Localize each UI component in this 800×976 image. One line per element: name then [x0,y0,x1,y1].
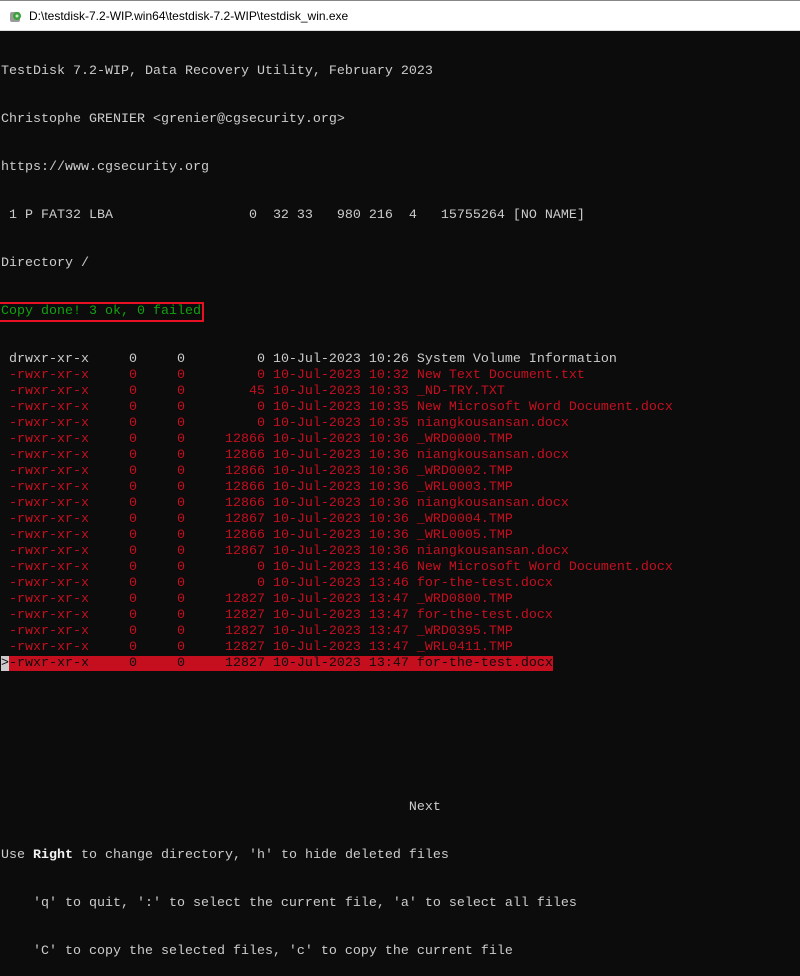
partition-info: 1 P FAT32 LBA 0 32 33 980 216 4 15755264… [1,208,585,223]
file-row[interactable]: -rwxr-xr-x 0 0 12866 10-Jul-2023 10:36 _… [1,464,800,480]
row-gutter [1,368,9,383]
file-row[interactable]: -rwxr-xr-x 0 0 12827 10-Jul-2023 13:47 _… [1,624,800,640]
file-entry-text: drwxr-xr-x 0 0 0 10-Jul-2023 10:26 Syste… [9,352,617,367]
file-entry-text: -rwxr-xr-x 0 0 12866 10-Jul-2023 10:36 n… [9,496,569,511]
terminal[interactable]: TestDisk 7.2-WIP, Data Recovery Utility,… [0,32,800,976]
row-gutter [1,496,9,511]
row-gutter [1,352,9,367]
file-row[interactable]: -rwxr-xr-x 0 0 12827 10-Jul-2023 13:47 _… [1,592,800,608]
file-entry-text: -rwxr-xr-x 0 0 0 10-Jul-2023 10:32 New T… [9,368,585,383]
file-row[interactable]: -rwxr-xr-x 0 0 12867 10-Jul-2023 10:36 _… [1,512,800,528]
row-gutter [1,400,9,415]
file-row[interactable]: -rwxr-xr-x 0 0 0 10-Jul-2023 13:46 for-t… [1,576,800,592]
file-row[interactable]: -rwxr-xr-x 0 0 12866 10-Jul-2023 10:36 _… [1,528,800,544]
file-row[interactable]: drwxr-xr-x 0 0 0 10-Jul-2023 10:26 Syste… [1,352,800,368]
file-entry-text: -rwxr-xr-x 0 0 12866 10-Jul-2023 10:36 n… [9,448,569,463]
selection-cursor: > [1,656,9,671]
row-gutter [1,416,9,431]
file-entry-text: -rwxr-xr-x 0 0 0 10-Jul-2023 10:35 niang… [9,416,569,431]
file-list[interactable]: drwxr-xr-x 0 0 0 10-Jul-2023 10:26 Syste… [1,352,800,672]
row-gutter [1,608,9,623]
help-line-1: Use Right to change directory, 'h' to hi… [1,848,449,863]
row-gutter [1,560,9,575]
author-line: Christophe GRENIER <grenier@cgsecurity.o… [1,112,345,127]
row-gutter [1,384,9,399]
file-row[interactable]: -rwxr-xr-x 0 0 12827 10-Jul-2023 13:47 f… [1,608,800,624]
help-line-3: 'C' to copy the selected files, 'c' to c… [1,944,513,959]
file-entry-text: -rwxr-xr-x 0 0 12867 10-Jul-2023 10:36 n… [9,544,569,559]
file-row[interactable]: -rwxr-xr-x 0 0 12866 10-Jul-2023 10:36 _… [1,480,800,496]
file-row[interactable]: -rwxr-xr-x 0 0 0 10-Jul-2023 10:35 New M… [1,400,800,416]
row-gutter [1,464,9,479]
row-gutter [1,640,9,655]
file-entry-text: -rwxr-xr-x 0 0 12827 10-Jul-2023 13:47 _… [9,640,513,655]
file-entry-text: -rwxr-xr-x 0 0 0 10-Jul-2023 13:46 New M… [9,560,673,575]
help-line-2: 'q' to quit, ':' to select the current f… [1,896,577,911]
current-directory: Directory / [1,256,89,271]
website-line: https://www.cgsecurity.org [1,160,209,175]
file-row[interactable]: -rwxr-xr-x 0 0 0 10-Jul-2023 10:35 niang… [1,416,800,432]
file-row[interactable]: >-rwxr-xr-x 0 0 12827 10-Jul-2023 13:47 … [1,656,800,672]
app-banner: TestDisk 7.2-WIP, Data Recovery Utility,… [1,64,433,79]
file-entry-text: -rwxr-xr-x 0 0 12867 10-Jul-2023 10:36 _… [9,512,513,527]
row-gutter [1,624,9,639]
file-entry-text: -rwxr-xr-x 0 0 12866 10-Jul-2023 10:36 _… [9,480,513,495]
file-row[interactable]: -rwxr-xr-x 0 0 12866 10-Jul-2023 10:36 _… [1,432,800,448]
file-row[interactable]: -rwxr-xr-x 0 0 45 10-Jul-2023 10:33 _ND-… [1,384,800,400]
copy-status-message: Copy done! 3 ok, 0 failed [0,302,204,322]
file-entry-text: -rwxr-xr-x 0 0 0 10-Jul-2023 10:35 New M… [9,400,673,415]
row-gutter [1,592,9,607]
file-row[interactable]: -rwxr-xr-x 0 0 0 10-Jul-2023 10:32 New T… [1,368,800,384]
next-page-link[interactable]: Next [409,800,441,815]
row-gutter [1,512,9,527]
testdisk-app-icon [10,12,21,22]
file-entry-text: -rwxr-xr-x 0 0 12827 10-Jul-2023 13:47 _… [9,624,513,639]
window-title: D:\testdisk-7.2-WIP.win64\testdisk-7.2-W… [29,9,349,23]
file-row[interactable]: -rwxr-xr-x 0 0 12867 10-Jul-2023 10:36 n… [1,544,800,560]
row-gutter [1,448,9,463]
file-entry-text: -rwxr-xr-x 0 0 12866 10-Jul-2023 10:36 _… [9,528,513,543]
file-row[interactable]: -rwxr-xr-x 0 0 12866 10-Jul-2023 10:36 n… [1,496,800,512]
title-bar: D:\testdisk-7.2-WIP.win64\testdisk-7.2-W… [0,0,800,31]
file-entry-text: -rwxr-xr-x 0 0 0 10-Jul-2023 13:46 for-t… [9,576,553,591]
row-gutter [1,480,9,495]
file-entry-text: -rwxr-xr-x 0 0 12827 10-Jul-2023 13:47 _… [9,592,513,607]
row-gutter [1,576,9,591]
row-gutter [1,544,9,559]
file-row[interactable]: -rwxr-xr-x 0 0 12866 10-Jul-2023 10:36 n… [1,448,800,464]
file-entry-text: -rwxr-xr-x 0 0 12827 10-Jul-2023 13:47 f… [9,656,553,671]
file-entry-text: -rwxr-xr-x 0 0 12866 10-Jul-2023 10:36 _… [9,432,513,447]
file-entry-text: -rwxr-xr-x 0 0 12827 10-Jul-2023 13:47 f… [9,608,553,623]
row-gutter [1,432,9,447]
file-entry-text: -rwxr-xr-x 0 0 45 10-Jul-2023 10:33 _ND-… [9,384,505,399]
file-row[interactable]: -rwxr-xr-x 0 0 0 10-Jul-2023 13:46 New M… [1,560,800,576]
row-gutter [1,528,9,543]
file-entry-text: -rwxr-xr-x 0 0 12866 10-Jul-2023 10:36 _… [9,464,513,479]
file-row[interactable]: -rwxr-xr-x 0 0 12827 10-Jul-2023 13:47 _… [1,640,800,656]
